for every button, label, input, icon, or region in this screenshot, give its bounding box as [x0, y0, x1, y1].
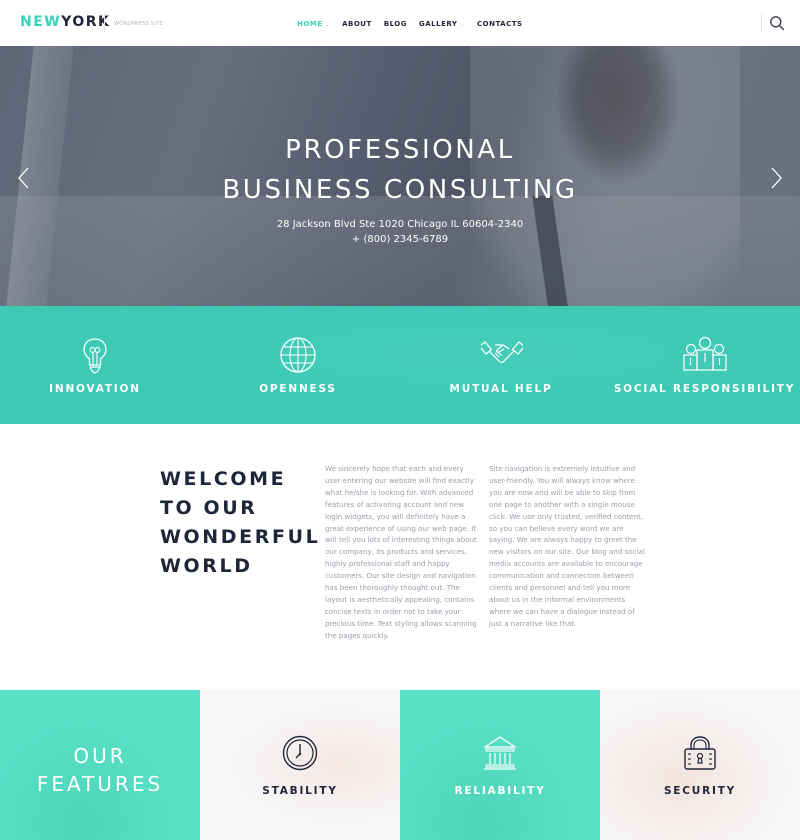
chevron-down-icon: ⌄: [459, 20, 465, 28]
chevron-down-icon: ⌄: [324, 20, 331, 28]
features-title-line-1: OUR: [73, 744, 127, 768]
features-title-tile: OUR FEATURES: [0, 690, 200, 840]
slider-next-button[interactable]: [766, 164, 786, 192]
hero-address: 28 Jackson Blvd Ste 1020 Chicago IL 6060…: [276, 219, 524, 230]
hero-slider: PROFESSIONAL BUSINESS CONSULTING 28 Jack…: [0, 46, 800, 306]
value-item-innovation: INNOVATION: [0, 306, 190, 424]
feature-tile-stability: STABILITY: [200, 690, 400, 840]
welcome-title-line: WORLD: [160, 555, 253, 577]
chevron-left-icon: [18, 167, 29, 189]
hero-title-line-1: PROFESSIONAL: [285, 135, 515, 165]
chevron-right-icon: [771, 167, 782, 189]
logo[interactable]: NEWYORK: [20, 14, 110, 30]
feature-label: SECURITY: [663, 785, 737, 797]
hero-phone: + (800) 2345-6789: [351, 234, 449, 245]
logo-divider: [104, 13, 105, 33]
features-section: OUR FEATURES STABILITY RELIABILITY SECUR…: [0, 690, 800, 840]
site-header: NEWYORK WORDPRESS SITE HOME ⌄ ABOUT BLOG…: [0, 0, 800, 46]
nav-label: BLOG: [383, 20, 408, 28]
search-icon: [770, 16, 785, 31]
search-button[interactable]: [769, 15, 785, 31]
features-title: OUR FEATURES: [0, 742, 200, 798]
value-item-social-responsibility: SOCIAL RESPONSIBILITY: [609, 306, 800, 424]
hero-title-line-2: BUSINESS CONSULTING: [222, 175, 578, 205]
welcome-text-column-2: Site navigation is extremely intuitive a…: [489, 464, 645, 628]
nav-item-blog[interactable]: BLOG: [384, 20, 407, 28]
value-label: SOCIAL RESPONSIBILITY: [613, 383, 796, 395]
value-item-mutual-help: MUTUAL HELP: [406, 306, 596, 424]
logo-part-new: NEW: [20, 14, 62, 30]
lightbulb-icon: [83, 338, 107, 374]
nav-item-gallery[interactable]: GALLERY ⌄: [419, 20, 465, 28]
nav-item-home[interactable]: HOME ⌄: [297, 20, 330, 28]
tagline: WORDPRESS SITE: [114, 21, 163, 27]
features-title-line-2: FEATURES: [36, 772, 164, 796]
feature-tile-reliability: RELIABILITY: [400, 690, 600, 840]
nav-label: GALLERY: [419, 20, 458, 28]
values-band: INNOVATION OPENNESS MUTUAL HELP SOCIAL R…: [0, 306, 800, 424]
team-icon: [683, 336, 727, 371]
hero-title: PROFESSIONAL BUSINESS CONSULTING: [0, 130, 800, 210]
nav-item-about[interactable]: ABOUT: [342, 20, 372, 28]
padlock-icon: [684, 736, 716, 770]
value-item-openness: OPENNESS: [203, 306, 393, 424]
globe-icon: [280, 337, 316, 373]
feature-label: RELIABILITY: [454, 785, 546, 797]
feature-tile-security: SECURITY: [600, 690, 800, 840]
welcome-title-line: TO OUR: [160, 497, 258, 519]
welcome-title-line: WONDERFUL: [160, 526, 321, 548]
nav-label: HOME: [297, 20, 323, 28]
clock-icon: [282, 735, 318, 771]
search-divider: [761, 13, 762, 33]
welcome-title: WELCOME TO OUR WONDERFUL WORLD: [160, 465, 320, 581]
welcome-title-line: WELCOME: [160, 468, 287, 490]
value-label: MUTUAL HELP: [449, 383, 553, 395]
hero-contact: 28 Jackson Blvd Ste 1020 Chicago IL 6060…: [0, 217, 800, 247]
nav-label: ABOUT: [342, 20, 372, 28]
feature-label: STABILITY: [262, 785, 338, 797]
value-label: INNOVATION: [49, 383, 141, 395]
main-nav: HOME ⌄ ABOUT BLOG GALLERY ⌄ CONTACTS: [297, 20, 523, 28]
value-label: OPENNESS: [259, 383, 337, 395]
nav-item-contacts[interactable]: CONTACTS: [477, 20, 523, 28]
slider-prev-button[interactable]: [14, 164, 34, 192]
handshake-icon: [481, 341, 523, 364]
nav-label: CONTACTS: [477, 20, 523, 28]
welcome-text-column-1: We sincerely hope that each and every us…: [325, 464, 477, 640]
bank-icon: [482, 736, 518, 770]
